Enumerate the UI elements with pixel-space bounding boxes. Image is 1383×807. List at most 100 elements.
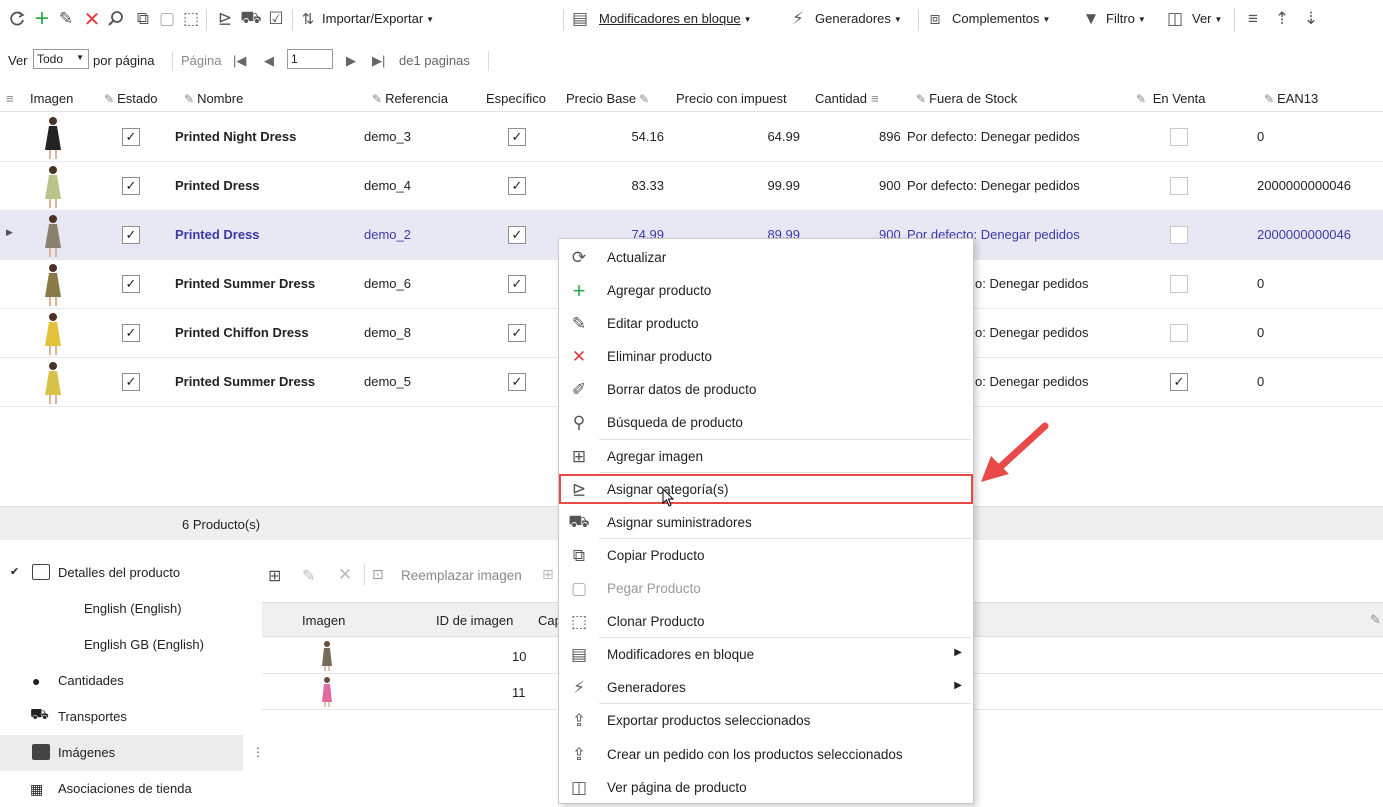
pencil-icon[interactable]: ✎ [1370, 612, 1381, 628]
sort-az-icon[interactable]: ≡ [1242, 8, 1264, 30]
col-precio-impuestos[interactable]: Precio con impuest [676, 91, 787, 106]
context-menu-item[interactable]: ⊞ Agregar imagen [560, 440, 972, 473]
view-menu[interactable]: Ver ▼ [1192, 11, 1222, 26]
replace-image-icon[interactable]: ⊡ [372, 566, 384, 583]
page-input[interactable]: 1 [287, 49, 333, 69]
add-image-icon[interactable]: ⊞ [268, 566, 281, 586]
context-menu-item[interactable]: ⬚ Clonar Producto [560, 605, 972, 638]
col-cantidad[interactable]: Cantidad ≡ [815, 91, 879, 106]
table-row[interactable]: ✓ Printed Dress demo_4 ✓ 83.33 99.99 900 Por de… [0, 162, 1383, 211]
status-checkbox[interactable]: ✓ [122, 373, 140, 391]
tree-transports[interactable]: ⛟ Transportes [0, 699, 243, 735]
clone-icon[interactable]: ⬚ [180, 8, 202, 30]
specific-checkbox[interactable]: ✓ [508, 275, 526, 293]
on-sale-checkbox[interactable] [1170, 177, 1188, 195]
addons-menu[interactable]: Complementos ▼ [952, 11, 1050, 26]
tree-lang-english[interactable]: English (English) [0, 591, 243, 627]
filter-menu[interactable]: Filtro ▼ [1106, 11, 1146, 26]
context-menu-item[interactable]: ◫ Ver página de producto [560, 771, 972, 804]
import-export-icon[interactable]: ⇅ [297, 8, 319, 30]
on-sale-checkbox[interactable] [1170, 128, 1188, 146]
specific-checkbox[interactable]: ✓ [508, 324, 526, 342]
status-checkbox[interactable]: ✓ [122, 177, 140, 195]
column-chooser-icon[interactable]: ≡ [6, 91, 14, 106]
col-image[interactable]: Imagen [302, 613, 345, 628]
col-image-id[interactable]: ID de imagen [436, 613, 513, 628]
checklist-icon[interactable]: ☑ [265, 8, 287, 30]
context-menu-item[interactable]: ⟳ Actualizar [560, 241, 972, 274]
import-export-menu[interactable]: Importar/Exportar ▼ [322, 11, 434, 26]
status-checkbox[interactable]: ✓ [122, 226, 140, 244]
first-page-icon[interactable]: |◀ [233, 53, 246, 69]
on-sale-checkbox[interactable] [1170, 226, 1188, 244]
image-options-icon[interactable]: ⊞ [542, 566, 554, 583]
col-especifico[interactable]: Específico [486, 91, 546, 106]
col-nombre[interactable]: ✎ Nombre [184, 91, 243, 106]
context-menu-item[interactable]: ⧉ Copiar Producto [560, 539, 972, 572]
lightning-icon[interactable]: ⚡ [787, 8, 809, 30]
puzzle-icon[interactable]: ⧈ [924, 8, 946, 30]
generators-menu[interactable]: Generadores ▼ [815, 11, 902, 26]
refresh-icon[interactable] [6, 8, 28, 30]
chevron-down-icon[interactable]: ✔ [10, 565, 19, 578]
assign-category-icon[interactable]: ⊵ [214, 8, 236, 30]
specific-checkbox[interactable]: ✓ [508, 177, 526, 195]
replace-image-button[interactable]: Reemplazar imagen [401, 568, 522, 583]
table-row[interactable]: ✓ Printed Night Dress demo_3 ✓ 54.16 64.99 896… [0, 113, 1383, 162]
col-referencia[interactable]: ✎ Referencia [372, 91, 448, 106]
truck-icon[interactable]: ⛟ [240, 8, 262, 30]
context-menu-item[interactable]: ⚡ Generadores ▶ [560, 671, 972, 704]
context-menu-item[interactable]: ▢ Pegar Producto [560, 572, 972, 605]
tree-store-associations[interactable]: ▦ Asociaciones de tienda [0, 771, 243, 807]
tree-lang-english-gb[interactable]: English GB (English) [0, 627, 243, 663]
col-en-venta[interactable]: ✎ En Venta [1136, 91, 1205, 106]
next-page-icon[interactable]: ▶ [346, 53, 356, 69]
context-menu-item[interactable]: ⚲ Búsqueda de producto [560, 406, 972, 439]
context-menu-item[interactable]: ⇪ Crear un pedido con los productos selec… [560, 738, 972, 771]
col-estado[interactable]: ✎ Estado [104, 91, 158, 106]
sort-desc-icon[interactable]: ⇣ [1300, 8, 1322, 30]
specific-checkbox[interactable]: ✓ [508, 373, 526, 391]
per-page-select[interactable]: Todo ▼ [33, 49, 89, 69]
bulk-modifier-icon[interactable]: ▤ [569, 8, 591, 30]
tree-images[interactable]: Imágenes [0, 735, 243, 771]
delete-icon[interactable]: ✕ [81, 8, 103, 31]
on-sale-checkbox[interactable]: ✓ [1170, 373, 1188, 391]
sort-asc-icon[interactable]: ⇡ [1271, 8, 1293, 30]
status-checkbox[interactable]: ✓ [122, 275, 140, 293]
ean13: 0 [1257, 276, 1265, 291]
tree-product-details[interactable]: ✔ Detalles del producto [0, 555, 243, 591]
context-menu-item[interactable]: ▤ Modificadores en bloque ▶ [560, 638, 972, 671]
filter-icon[interactable]: ▼ [1080, 8, 1102, 30]
add-icon[interactable]: + [31, 5, 53, 32]
status-checkbox[interactable]: ✓ [122, 128, 140, 146]
copy-icon[interactable]: ⧉ [132, 8, 154, 30]
context-menu-item[interactable]: ✕ Eliminar producto [560, 340, 972, 373]
paste-icon[interactable]: ▢ [156, 8, 178, 30]
context-menu-item[interactable]: + Agregar producto [560, 274, 972, 307]
col-ean13[interactable]: ✎ EAN13 [1264, 91, 1318, 106]
prev-page-icon[interactable]: ◀ [264, 53, 274, 69]
search-icon[interactable] [105, 8, 127, 30]
specific-checkbox[interactable]: ✓ [508, 128, 526, 146]
col-imagen[interactable]: Imagen [30, 91, 73, 106]
bulk-modifiers-menu[interactable]: Modificadores en bloque ▼ [599, 11, 752, 26]
delete-icon[interactable]: ✕ [338, 565, 352, 585]
pencil-icon[interactable]: ✎ [302, 566, 315, 586]
view-icon[interactable]: ◫ [1164, 8, 1186, 30]
tree-quantities[interactable]: ● Cantidades [0, 663, 243, 699]
image-id: 11 [512, 685, 526, 700]
context-menu-item[interactable]: ✐ Borrar datos de producto [560, 373, 972, 406]
pencil-icon[interactable]: ✎ [55, 8, 77, 30]
context-menu-item[interactable]: ✎ Editar producto [560, 307, 972, 340]
on-sale-checkbox[interactable] [1170, 275, 1188, 293]
on-sale-checkbox[interactable] [1170, 324, 1188, 342]
col-precio-base[interactable]: Precio Base ✎ [566, 91, 652, 106]
splitter-handle[interactable]: ⋮ [252, 745, 264, 759]
context-menu-item[interactable]: ⇪ Exportar productos seleccionados [560, 704, 972, 737]
status-checkbox[interactable]: ✓ [122, 324, 140, 342]
context-menu-item[interactable]: ⛟ Asignar suministradores [560, 506, 972, 539]
last-page-icon[interactable]: ▶| [372, 53, 385, 69]
specific-checkbox[interactable]: ✓ [508, 226, 526, 244]
col-fuera-stock[interactable]: ✎ Fuera de Stock [916, 91, 1017, 106]
